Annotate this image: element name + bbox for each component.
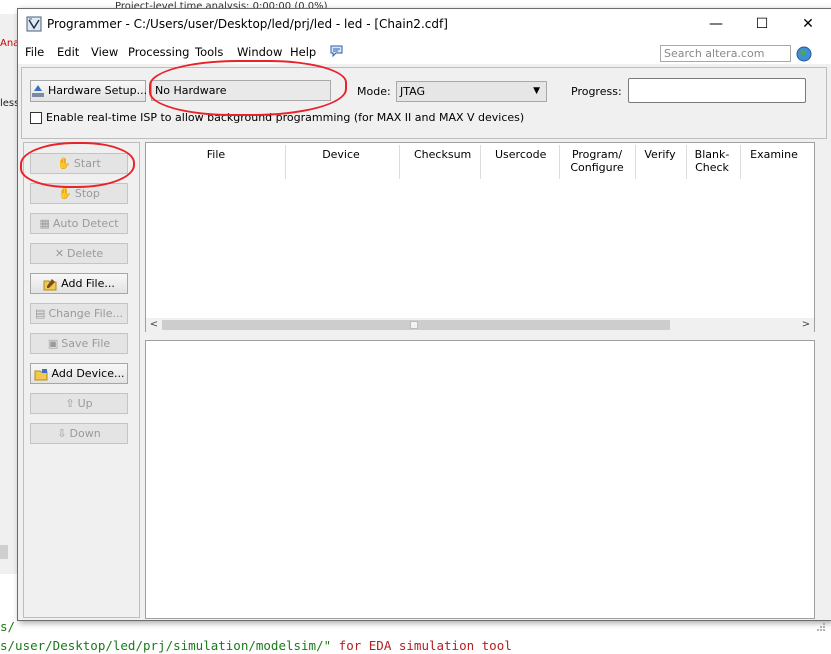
column-header-program-line2: Configure [570, 161, 624, 174]
column-divider [285, 145, 286, 179]
up-arrow-icon: ⇧ [65, 397, 75, 410]
device-chain-table[interactable]: File Device Checksum Usercode Program/Co… [145, 142, 815, 332]
column-header-verify[interactable]: Verify [641, 148, 679, 161]
up-label: Up [77, 397, 93, 410]
add-device-folder-icon [34, 368, 48, 380]
close-button[interactable]: ✕ [785, 9, 831, 40]
whats-this-help-icon[interactable] [329, 44, 344, 59]
console-line: s/user/Desktop/led/prj/simulation/models… [0, 638, 512, 653]
column-header-usercode[interactable]: Usercode [495, 148, 546, 161]
progress-bar [628, 78, 806, 103]
mode-value: JTAG [400, 85, 425, 98]
scroll-left-icon[interactable]: < [146, 318, 162, 332]
column-header-blank-check[interactable]: Blank- Check [691, 148, 733, 174]
save-file-icon: ▣ [47, 337, 59, 350]
mode-select[interactable]: JTAG ▼ [396, 81, 547, 102]
stop-label: Stop [74, 187, 100, 200]
add-file-button[interactable]: Add File... [30, 273, 128, 294]
red-annotation-circle-hardware [149, 60, 347, 116]
menu-file[interactable]: File [25, 45, 44, 59]
auto-detect-button[interactable]: ▦ Auto Detect [30, 213, 128, 234]
add-device-button[interactable]: Add Device... [30, 363, 128, 384]
scroll-right-icon[interactable]: > [798, 318, 814, 332]
column-header-examine[interactable]: Examine [747, 148, 801, 161]
add-file-folder-icon [43, 278, 57, 290]
change-file-icon: ▤ [35, 307, 46, 320]
column-divider [686, 145, 687, 179]
programmer-window: Programmer - C:/Users/user/Desktop/led/p… [17, 8, 831, 631]
down-label: Down [69, 427, 101, 440]
column-divider [480, 145, 481, 179]
menu-window[interactable]: Window [237, 45, 282, 59]
red-annotation-circle-start [20, 142, 135, 188]
minimize-button[interactable]: — [693, 9, 739, 40]
hardware-setup-label: Hardware Setup... [48, 84, 148, 97]
column-header-program-configure[interactable]: Program/Configure [566, 148, 628, 174]
add-file-label: Add File... [61, 277, 115, 290]
search-input[interactable]: Search altera.com [660, 45, 791, 62]
add-device-label: Add Device... [51, 367, 125, 380]
down-arrow-icon: ⇩ [57, 427, 67, 440]
delete-button[interactable]: ✕ Delete [30, 243, 128, 264]
column-divider [740, 145, 741, 179]
background-scrollbar [0, 545, 8, 559]
device-diagram-area[interactable] [145, 340, 815, 619]
programmer-app-icon [26, 16, 42, 32]
column-header-checksum[interactable]: Checksum [414, 148, 471, 161]
globe-search-icon[interactable] [796, 46, 812, 62]
column-header-blank-line2: Check [695, 161, 729, 174]
column-divider [635, 145, 636, 179]
save-file-button[interactable]: ▣ Save File [30, 333, 128, 354]
column-header-program-line1: Program/ [571, 148, 623, 161]
menu-processing[interactable]: Processing [128, 45, 189, 59]
scrollbar-grip[interactable] [410, 321, 418, 329]
delete-label: Delete [67, 247, 104, 260]
console-path: s/user/Desktop/led/prj/simulation/models… [0, 638, 332, 653]
mode-label: Mode: [357, 85, 391, 98]
column-divider [559, 145, 560, 179]
hardware-setup-icon [32, 85, 44, 97]
isp-checkbox[interactable] [30, 112, 42, 124]
auto-detect-icon: ▦ [39, 217, 50, 230]
maximize-button[interactable]: ☐ [739, 9, 785, 40]
menu-help[interactable]: Help [290, 45, 316, 59]
menu-view[interactable]: View [91, 45, 118, 59]
resize-grip-icon[interactable] [816, 622, 826, 632]
column-divider [399, 145, 400, 179]
title-bar[interactable]: Programmer - C:/Users/user/Desktop/led/p… [18, 9, 831, 40]
auto-detect-label: Auto Detect [52, 217, 119, 230]
change-file-label: Change File... [48, 307, 123, 320]
down-button[interactable]: ⇩ Down [30, 423, 128, 444]
menu-edit[interactable]: Edit [57, 45, 79, 59]
column-header-blank-line1: Blank- [694, 148, 730, 161]
console-line: s/ [0, 619, 16, 634]
console-message: for EDA simulation tool [331, 638, 512, 653]
up-button[interactable]: ⇧ Up [30, 393, 128, 414]
hardware-setup-button[interactable]: Hardware Setup... [30, 80, 148, 102]
delete-icon: ✕ [54, 247, 65, 260]
column-header-device[interactable]: Device [321, 148, 361, 161]
progress-label: Progress: [571, 85, 622, 98]
table-horizontal-scrollbar[interactable]: < > [146, 318, 814, 332]
column-header-file[interactable]: File [206, 148, 226, 161]
window-title: Programmer - C:/Users/user/Desktop/led/p… [47, 17, 448, 31]
change-file-button[interactable]: ▤ Change File... [30, 303, 128, 324]
dropdown-arrow-icon: ▼ [533, 86, 540, 96]
save-file-label: Save File [61, 337, 111, 350]
menu-tools[interactable]: Tools [195, 45, 223, 59]
